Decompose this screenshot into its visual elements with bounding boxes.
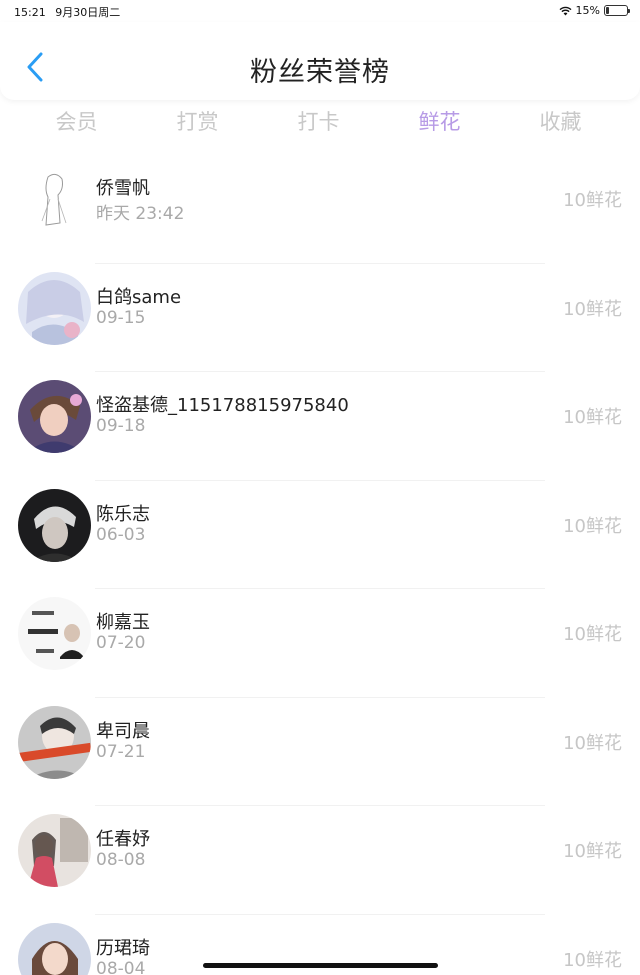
battery-percent: 15%: [575, 4, 600, 17]
fan-date: 08-04: [96, 958, 146, 975]
tab-favorites[interactable]: 收藏: [500, 104, 621, 144]
fan-name: 侨雪帆: [96, 178, 150, 199]
avatar[interactable]: [18, 814, 91, 887]
status-right: 15%: [559, 4, 630, 17]
fan-date: 07-20: [96, 633, 146, 653]
status-date: 9月30日周二: [55, 6, 121, 19]
fan-date: 09-15: [96, 307, 146, 328]
fan-name: 柳嘉玉: [96, 612, 150, 633]
avatar[interactable]: [18, 163, 91, 236]
fan-amount: 10鲜花: [563, 949, 622, 971]
list-item[interactable]: 柳嘉玉 07-20 10鲜花: [0, 589, 640, 698]
fan-amount: 10鲜花: [563, 624, 622, 645]
avatar[interactable]: [18, 705, 91, 779]
status-bar: 15:21 9月30日周二 15%: [0, 0, 640, 22]
fan-amount: 10鲜花: [563, 732, 622, 754]
avatar[interactable]: [18, 922, 91, 975]
tab-members[interactable]: 会员: [16, 104, 137, 144]
home-indicator[interactable]: [203, 963, 438, 968]
list-item[interactable]: 陈乐志 06-03 10鲜花: [0, 481, 640, 589]
list-item[interactable]: 怪盗基德_115178815975840 09-18 10鲜花: [0, 372, 640, 481]
fan-date: 09-18: [96, 416, 146, 436]
avatar[interactable]: [18, 488, 91, 562]
avatar[interactable]: [18, 597, 91, 670]
fan-amount: 10鲜花: [563, 407, 622, 428]
fan-date: 06-03: [96, 524, 146, 545]
fan-amount: 10鲜花: [563, 515, 622, 537]
tab-tips[interactable]: 打赏: [137, 104, 258, 144]
wifi-icon: [559, 6, 572, 15]
tab-bar: 会员 打赏 打卡 鲜花 收藏: [0, 104, 640, 144]
tab-checkin[interactable]: 打卡: [258, 104, 379, 144]
fan-name: 怪盗基德_115178815975840: [96, 395, 349, 416]
list-item[interactable]: 任春妤 08-08 10鲜花: [0, 806, 640, 915]
fan-name: 任春妤: [96, 829, 150, 850]
status-left: 15:21 9月30日周二: [14, 4, 126, 20]
battery-level: [606, 7, 609, 14]
list-item[interactable]: 侨雪帆 昨天 23:42 10鲜花: [0, 155, 640, 264]
page-title: 粉丝荣誉榜: [250, 57, 390, 88]
fan-name: 历珺琦: [96, 937, 150, 959]
fan-amount: 10鲜花: [563, 841, 622, 862]
fan-list: 侨雪帆 昨天 23:42 10鲜花 白鸽same 09-15 10鲜花 怪盗基德…: [0, 155, 640, 975]
fan-amount: 10鲜花: [563, 190, 622, 211]
avatar[interactable]: [18, 380, 91, 453]
fan-date: 昨天 23:42: [96, 204, 185, 224]
fan-amount: 10鲜花: [563, 298, 622, 320]
fan-date: 07-21: [96, 741, 146, 762]
battery-icon: [604, 5, 630, 16]
header: 粉丝荣誉榜: [0, 22, 640, 100]
avatar[interactable]: [18, 271, 91, 345]
status-time: 15:21: [14, 6, 46, 19]
fan-name: 卑司晨: [96, 720, 150, 742]
fan-name: 陈乐志: [96, 503, 150, 525]
fan-date: 08-08: [96, 850, 146, 870]
list-item[interactable]: 白鸽same 09-15 10鲜花: [0, 264, 640, 372]
fan-name: 白鸽same: [96, 286, 182, 308]
list-item[interactable]: 卑司晨 07-21 10鲜花: [0, 698, 640, 806]
tab-flowers[interactable]: 鲜花: [379, 104, 500, 144]
